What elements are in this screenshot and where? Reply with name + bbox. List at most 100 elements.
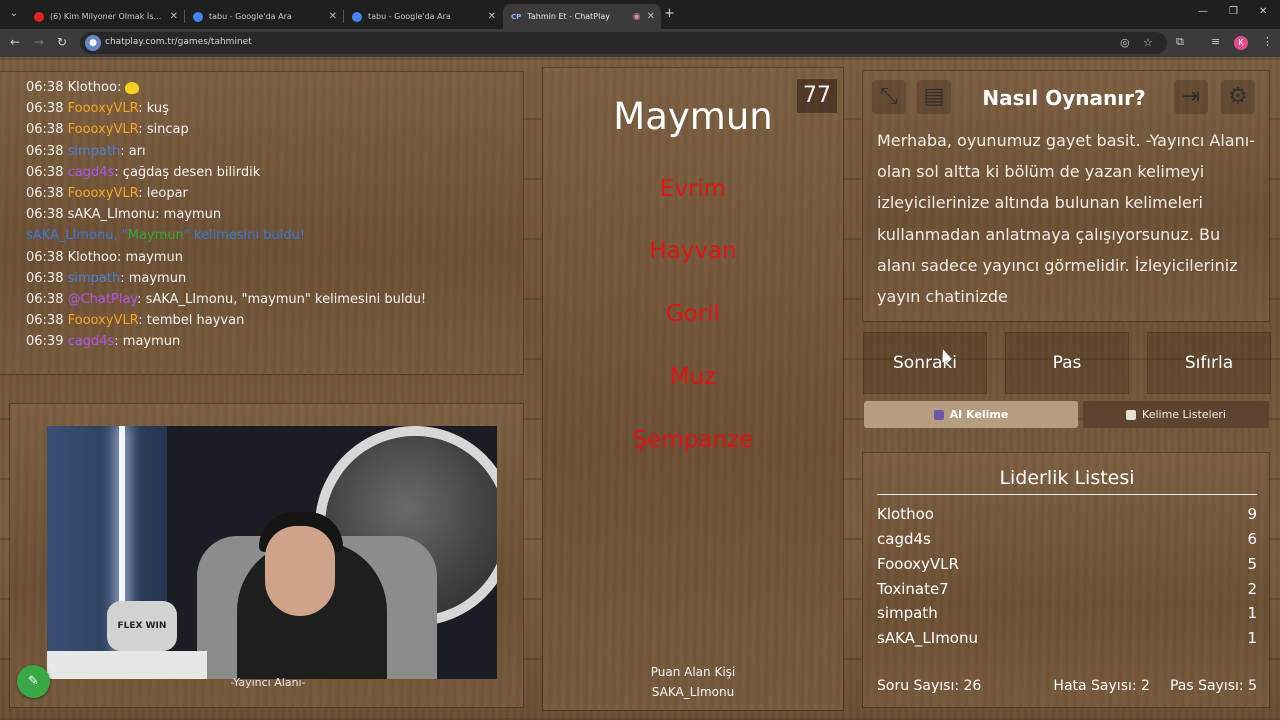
question-count: Soru Sayısı: 26	[877, 678, 982, 694]
tab-title: Tahmin Et - ChatPlay	[527, 12, 610, 21]
message-text: maymun	[122, 334, 181, 350]
scorer-label: Puan Alan Kişi	[650, 665, 736, 679]
message-user[interactable]: sAKA_LImonu	[68, 207, 156, 222]
profile-avatar[interactable]: K	[1234, 36, 1248, 50]
message-text: çağdaş desen bilirdik	[122, 164, 261, 180]
message-separator: :	[137, 291, 146, 307]
reset-button[interactable]: Sıfırla	[1148, 333, 1270, 393]
message-user[interactable]: cagd4s	[68, 334, 115, 349]
close-tab-icon[interactable]: ✕	[329, 11, 337, 22]
google-favicon-icon	[352, 11, 362, 22]
message-time: 06:38	[26, 143, 64, 159]
reload-icon[interactable]: ↻	[57, 35, 67, 49]
chat-message: 06:38 FoooxyVLR: leopar	[26, 186, 426, 207]
forbidden-word: Şempanze	[632, 427, 754, 453]
site-info-icon[interactable]: ●	[85, 35, 101, 51]
leaderboard-row: sAKA_LImonu 1	[877, 629, 1257, 647]
notes-icon[interactable]: ▤	[917, 80, 951, 114]
error-count: Hata Sayısı: 2	[1053, 678, 1150, 694]
message-user[interactable]: simpath	[68, 271, 121, 286]
close-tab-icon[interactable]: ✕	[647, 11, 655, 22]
tab-strip: ⌄ (6) Kim Milyoner Olmak İster? T ✕ tabu…	[0, 0, 1280, 29]
ai-word-tab[interactable]: AI Kelime	[864, 401, 1078, 428]
message-separator: :	[138, 101, 147, 117]
chat-message: 06:38 @ChatPlay: sAKA_LImonu, "maymun" k…	[26, 292, 426, 313]
found-word: Maymun	[127, 228, 184, 244]
compress-icon[interactable]: ⤡	[872, 80, 906, 114]
minimize-icon[interactable]: —	[1198, 6, 1208, 17]
pillow: FLEX WIN	[107, 601, 177, 651]
player-name: simpath	[877, 604, 938, 622]
system-found-message: sAKA_LImonu, "Maymun" kelimesini buldu!	[26, 228, 426, 249]
leaderboard-row: Klothoo 9	[877, 505, 1257, 523]
message-user[interactable]: Klothoo	[68, 250, 117, 265]
chatplay-favicon-icon: CP	[511, 12, 522, 21]
message-text: tembel hayvan	[146, 313, 245, 329]
message-user[interactable]: FoooxyVLR	[68, 186, 139, 201]
close-tab-icon[interactable]: ✕	[488, 11, 496, 22]
extensions-icon[interactable]: ⧉	[1176, 35, 1184, 49]
restore-icon[interactable]: ❐	[1229, 6, 1238, 17]
stats-right: Hata Sayısı: 2 Pas Sayısı: 5	[1053, 678, 1257, 694]
forbidden-word: Evrim	[659, 176, 727, 202]
message-user[interactable]: @ChatPlay	[68, 292, 138, 307]
emoji-icon	[125, 81, 140, 94]
system-message-part: " kelimesini buldu!	[183, 228, 306, 244]
back-icon[interactable]: ←	[10, 35, 20, 49]
message-time: 06:39	[26, 334, 64, 350]
message-user[interactable]: FoooxyVLR	[68, 101, 139, 116]
tab-3[interactable]: tabu - Google'da Ara ✕	[344, 4, 502, 29]
robot-icon	[933, 409, 944, 420]
message-time: 06:38	[26, 101, 64, 117]
message-user[interactable]: simpath	[68, 144, 121, 159]
leaderboard-divider	[877, 494, 1257, 495]
bookmark-star-icon[interactable]: ☆	[1143, 36, 1153, 49]
word-lists-tab[interactable]: Kelime Listeleri	[1083, 401, 1269, 428]
recording-icon: ◉	[632, 11, 641, 22]
next-button[interactable]: Sonraki	[864, 333, 986, 393]
google-favicon-icon	[193, 11, 203, 22]
close-window-icon[interactable]: ✕	[1259, 6, 1267, 17]
message-user[interactable]: FoooxyVLR	[68, 122, 139, 137]
player-score: 5	[1247, 555, 1257, 573]
message-text: sAKA_LImonu, "maymun" kelimesini buldu!	[145, 291, 427, 307]
media-icon[interactable]: ≡	[1211, 35, 1220, 48]
logout-icon[interactable]: ⇥	[1174, 80, 1208, 114]
forward-icon[interactable]: →	[34, 35, 44, 49]
message-text: maymun	[125, 249, 183, 265]
address-bar[interactable]: ● chatplay.com.tr/games/tahminet ◎ ☆	[80, 32, 1167, 54]
wand-icon[interactable]: ✎	[17, 665, 50, 698]
url-text[interactable]: chatplay.com.tr/games/tahminet	[105, 37, 252, 47]
message-user[interactable]: cagd4s	[68, 165, 115, 180]
message-user[interactable]: Klothoo	[68, 80, 117, 95]
pass-button[interactable]: Pas	[1006, 333, 1128, 393]
gear-icon[interactable]: ⚙	[1221, 80, 1255, 114]
player-score: 2	[1247, 580, 1257, 598]
message-time: 06:38	[26, 313, 64, 329]
tab-title: tabu - Google'da Ara	[209, 12, 292, 21]
streamer-area-label: -Yayıncı Alanı-	[230, 676, 306, 689]
message-text: sincap	[146, 122, 189, 138]
menu-kebab-icon[interactable]: ⋮	[1262, 35, 1273, 48]
eye-off-icon[interactable]: ◎	[1120, 36, 1130, 49]
message-text: maymun	[163, 207, 222, 223]
message-user[interactable]: FoooxyVLR	[68, 313, 139, 328]
chat-message: 06:38 cagd4s: çağdaş desen bilirdik	[26, 165, 426, 186]
tab-2[interactable]: tabu - Google'da Ara ✕	[185, 4, 343, 29]
forbidden-word: Hayvan	[649, 238, 737, 264]
webcam-feed: FLEX WIN	[47, 426, 497, 679]
message-time: 06:38	[26, 270, 64, 286]
message-text: maymun	[128, 270, 187, 286]
tab-search-button[interactable]: ⌄	[6, 6, 22, 22]
message-separator: :	[116, 80, 126, 95]
new-tab-button[interactable]: +	[664, 6, 675, 21]
leaderboard-row: FoooxyVLR 5	[877, 555, 1257, 573]
tab-4-active[interactable]: CP Tahmin Et - ChatPlay ◉ ✕	[503, 4, 661, 29]
close-tab-icon[interactable]: ✕	[170, 11, 178, 22]
tab-1[interactable]: (6) Kim Milyoner Olmak İster? T ✕	[26, 4, 184, 29]
player-score: 6	[1247, 530, 1257, 548]
chat-log: 06:38 Klothoo: 06:38 FoooxyVLR: kuş 06:3…	[26, 80, 426, 355]
chat-message: 06:38 Klothoo:	[26, 80, 426, 101]
desk	[47, 651, 207, 679]
message-time: 06:38	[26, 291, 64, 307]
